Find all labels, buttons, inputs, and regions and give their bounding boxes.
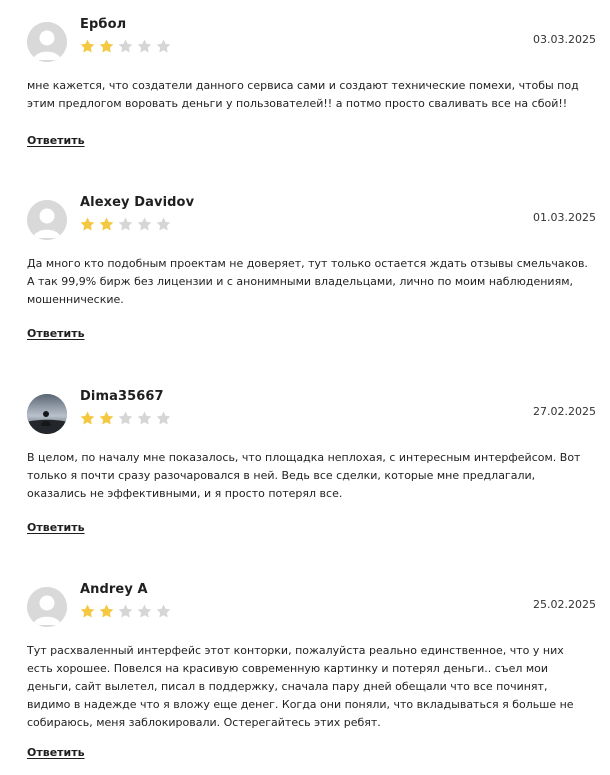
rating-stars: [79, 603, 172, 621]
star-filled-icon: [80, 604, 95, 618]
rating-stars: [79, 410, 172, 428]
star-empty-icon: [118, 604, 133, 618]
review-date: 27.02.2025: [533, 405, 596, 418]
star-filled-icon: [80, 411, 95, 425]
review-text: Тут расхваленный интерфейс этот конторки…: [27, 644, 574, 729]
review-date: 25.02.2025: [533, 598, 596, 611]
star-empty-icon: [156, 411, 171, 425]
reply-link[interactable]: Ответить: [27, 134, 85, 147]
star-empty-icon: [118, 217, 133, 231]
star-empty-icon: [118, 411, 133, 425]
rating-stars: [79, 38, 172, 56]
star-filled-icon: [99, 39, 114, 53]
rating-stars: [79, 216, 172, 234]
default-avatar-icon: [27, 587, 67, 627]
reply-link[interactable]: Ответить: [27, 746, 85, 759]
photo-avatar: [27, 394, 67, 434]
star-empty-icon: [137, 411, 152, 425]
review-author: Dima35667: [80, 389, 164, 404]
star-empty-icon: [137, 39, 152, 53]
star-filled-icon: [99, 604, 114, 618]
reply-link[interactable]: Ответить: [27, 327, 85, 340]
review-text: В целом, по началу мне показалось, что п…: [27, 451, 581, 500]
default-avatar-icon: [27, 22, 67, 62]
review-author: Ербол: [80, 17, 127, 32]
star-empty-icon: [118, 39, 133, 53]
star-empty-icon: [156, 604, 171, 618]
star-filled-icon: [99, 217, 114, 231]
review-text: Да много кто подобным проектам не доверя…: [27, 257, 588, 306]
star-empty-icon: [156, 39, 171, 53]
reply-link[interactable]: Ответить: [27, 521, 85, 534]
star-filled-icon: [80, 217, 95, 231]
review-date: 03.03.2025: [533, 33, 596, 46]
star-empty-icon: [137, 604, 152, 618]
star-filled-icon: [80, 39, 95, 53]
default-avatar-icon: [27, 200, 67, 240]
star-filled-icon: [99, 411, 114, 425]
review-date: 01.03.2025: [533, 211, 596, 224]
star-empty-icon: [156, 217, 171, 231]
review-author: Andrey A: [80, 582, 148, 597]
review-author: Alexey Davidov: [80, 195, 195, 210]
star-empty-icon: [137, 217, 152, 231]
review-text: мне кажется, что создатели данного серви…: [27, 79, 579, 110]
